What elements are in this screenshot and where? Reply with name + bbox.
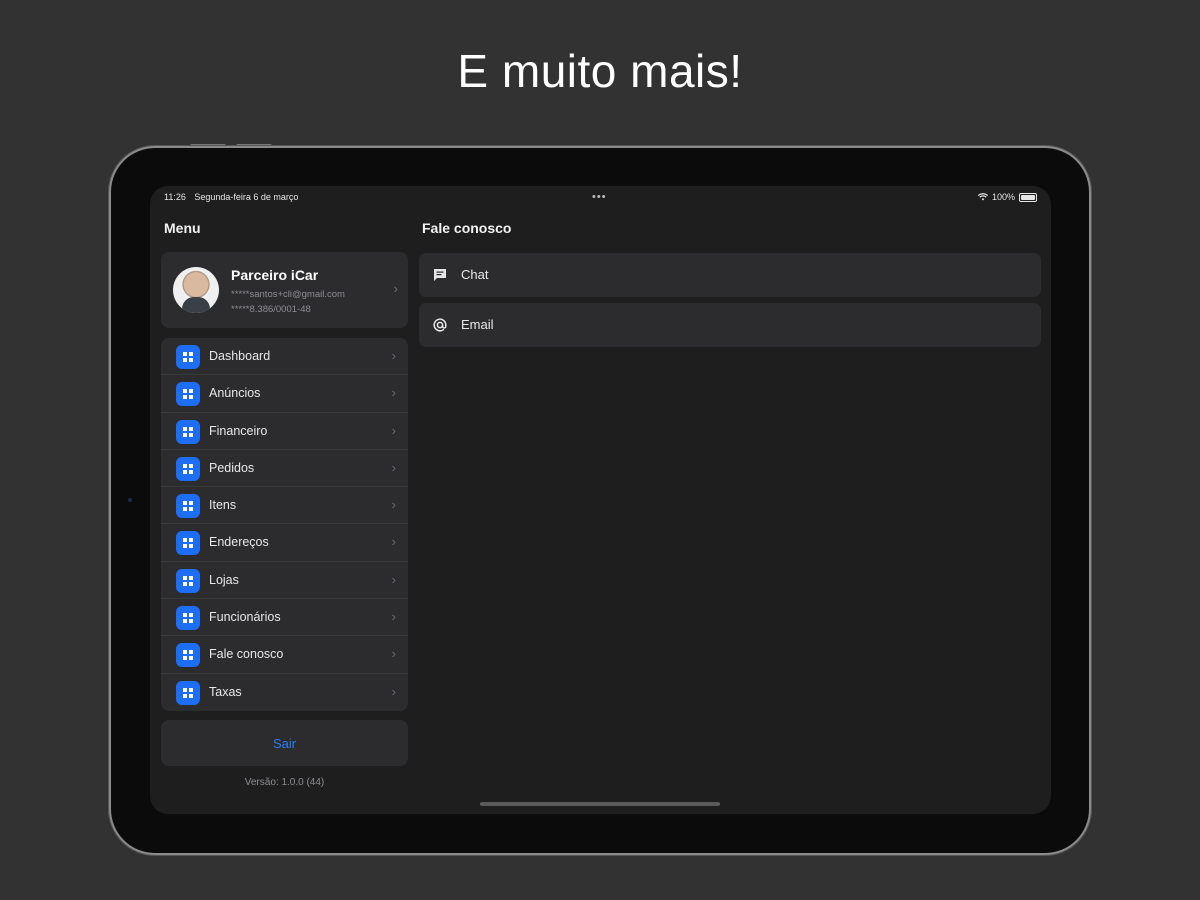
battery-icon — [1019, 192, 1037, 202]
sidebar-item-enderecos[interactable]: Endereços › — [161, 524, 408, 562]
chevron-right-icon: › — [391, 609, 396, 625]
chat-bubble-icon — [431, 266, 449, 284]
headline: E muito mais! — [457, 45, 743, 97]
at-sign-icon — [431, 316, 449, 334]
sidebar-item-lojas[interactable]: Lojas › — [161, 562, 408, 600]
grid-icon — [176, 680, 200, 705]
chevron-right-icon: › — [391, 534, 396, 550]
contact-chat-item[interactable]: Chat — [419, 253, 1041, 297]
sidebar-item-label: Itens — [209, 498, 237, 513]
home-indicator[interactable] — [480, 802, 720, 806]
grid-icon — [176, 382, 200, 407]
grid-icon — [176, 643, 200, 668]
contact-email-item[interactable]: Email — [419, 303, 1041, 347]
sidebar-item-anuncios[interactable]: Anúncios › — [161, 375, 408, 413]
detail-title: Fale conosco — [422, 220, 512, 236]
status-date: Segunda-feira 6 de março — [194, 192, 299, 202]
status-time: 11:26 — [164, 192, 186, 202]
chevron-right-icon: › — [391, 348, 396, 363]
sidebar-item-label: Dashboard — [209, 349, 271, 363]
grid-icon — [176, 456, 200, 481]
chevron-right-icon: › — [391, 497, 396, 513]
battery-percent: 100% — [991, 192, 1015, 202]
front-camera — [128, 498, 132, 502]
profile-email: *****santos+cli@gmail.com — [231, 289, 345, 300]
sidebar-item-label: Funcionários — [209, 610, 281, 625]
chevron-right-icon: › — [391, 385, 396, 401]
grid-icon — [176, 531, 200, 556]
sidebar-item-label: Anúncios — [209, 386, 261, 401]
sidebar-title: Menu — [164, 220, 201, 236]
avatar — [173, 267, 219, 313]
profile-document: *****8.386/0001-48 — [231, 304, 311, 315]
sidebar-item-dashboard[interactable]: Dashboard › — [161, 338, 408, 376]
grid-icon — [176, 494, 200, 519]
grid-icon — [176, 419, 200, 444]
tablet-screen: 11:26 Segunda-feira 6 de março ••• 100% … — [150, 186, 1051, 814]
chevron-right-icon: › — [391, 571, 396, 587]
sidebar-item-fale-conosco[interactable]: Fale conosco › — [161, 636, 408, 674]
sidebar-item-taxas[interactable]: Taxas › — [161, 674, 408, 711]
sidebar-item-label: Lojas — [209, 572, 239, 587]
profile-name: Parceiro iCar — [231, 267, 319, 283]
sidebar-item-itens[interactable]: Itens › — [161, 487, 408, 525]
status-right: 100% — [977, 192, 1037, 202]
chevron-right-icon: › — [391, 683, 396, 699]
logout-button[interactable]: Sair — [161, 720, 408, 766]
contact-email-label: Email — [461, 317, 494, 332]
sidebar-item-label: Pedidos — [209, 460, 255, 475]
app-version: Versão: 1.0.0 (44) — [244, 777, 325, 788]
sidebar-item-funcionarios[interactable]: Funcionários › — [161, 599, 408, 637]
profile-card[interactable]: Parceiro iCar *****santos+cli@gmail.com … — [161, 252, 408, 328]
sidebar-item-label: Fale conosco — [209, 647, 284, 662]
chevron-right-icon: › — [391, 646, 396, 662]
menu-list: Dashboard › Anúncios › Financeiro › Pedi… — [161, 338, 408, 711]
chevron-right-icon: › — [393, 281, 398, 296]
sidebar-item-label: Taxas — [209, 684, 242, 699]
sidebar-item-financeiro[interactable]: Financeiro › — [161, 413, 408, 450]
sidebar-item-label: Endereços — [209, 535, 269, 550]
status-bar: 11:26 Segunda-feira 6 de março ••• 100% — [150, 186, 1051, 208]
contact-chat-label: Chat — [461, 267, 489, 282]
chevron-right-icon: › — [391, 459, 396, 475]
status-left: 11:26 Segunda-feira 6 de março — [164, 192, 304, 202]
sidebar-item-pedidos[interactable]: Pedidos › — [161, 450, 408, 488]
wifi-icon — [977, 193, 988, 201]
sidebar-item-label: Financeiro — [209, 423, 268, 438]
chevron-right-icon: › — [391, 422, 396, 438]
grid-icon — [176, 345, 200, 369]
grid-icon — [176, 568, 200, 593]
multitasking-dots[interactable]: ••• — [592, 191, 607, 203]
grid-icon — [176, 606, 200, 631]
